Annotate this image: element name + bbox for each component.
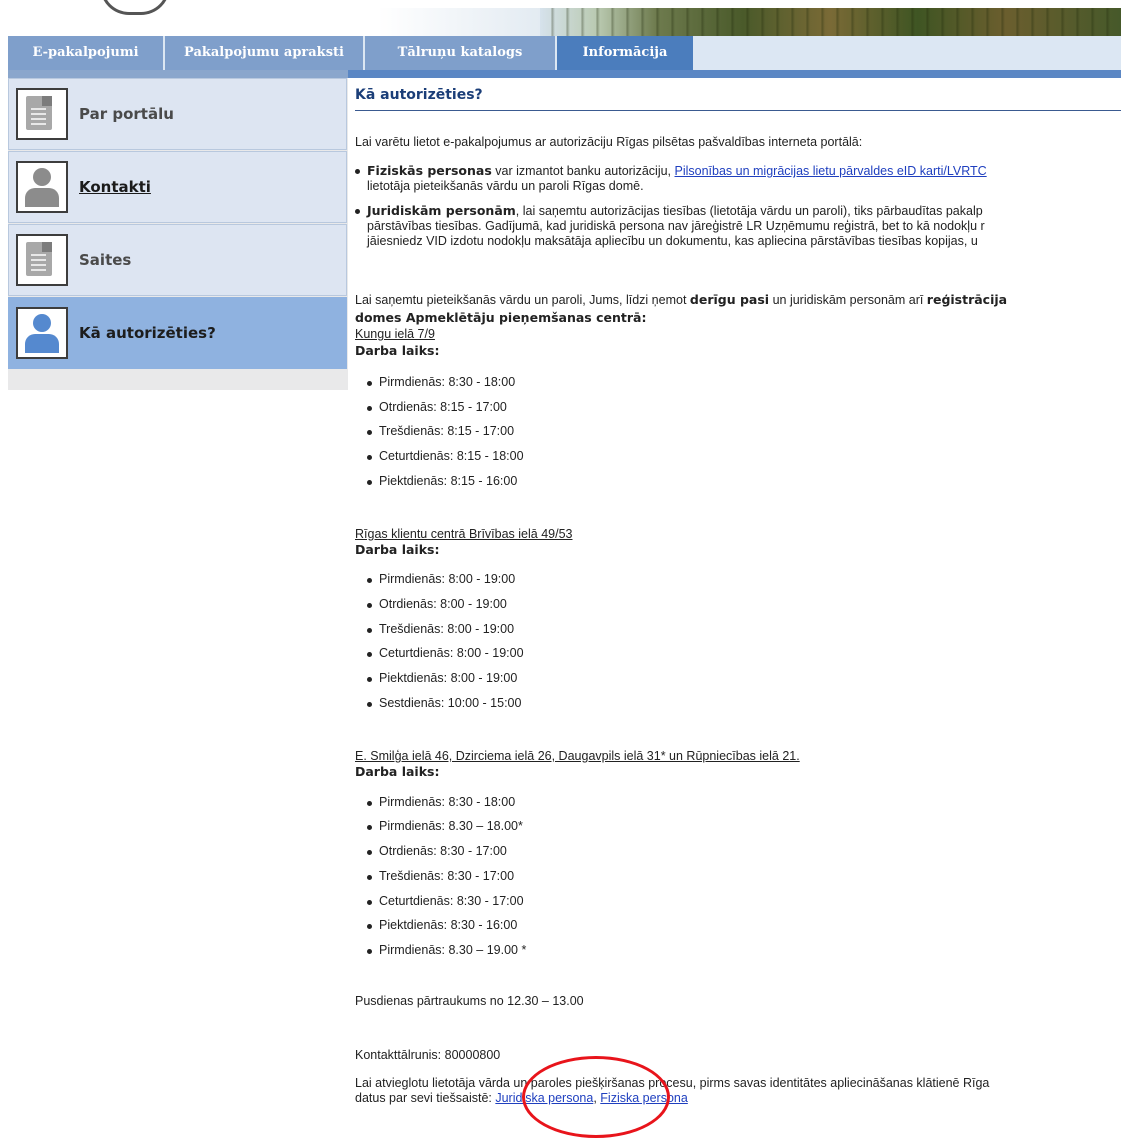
banner-background (0, 8, 540, 36)
tab-underline-strip-left (8, 70, 348, 78)
list-item: Ceturtdienās: 8:15 - 18:00 (367, 449, 524, 463)
tab-informacija[interactable]: Informācija (557, 36, 693, 70)
sidebar-item-ka-autorizeties[interactable]: Kā autorizēties? (8, 297, 347, 369)
page-title: Kā autorizēties? (355, 87, 483, 103)
title-divider (355, 110, 1121, 111)
main-tab-bar: E-pakalpojumi Pakalpojumu apraksti Tālru… (8, 36, 1121, 70)
contact-phone: Kontakttālrunis: 80000800 (355, 1048, 501, 1062)
document-icon (16, 234, 68, 286)
list-item: Piektdienās: 8:00 - 19:00 (366, 671, 518, 685)
list-item-juridiskas-cont2: jāiesniedz VID izdotu nodokļu maksātāja … (367, 234, 978, 248)
list-item: Ceturtdienās: 8:30 - 17:00 (367, 894, 524, 908)
list-item: Sestdienās: 10:00 - 15:00 (366, 696, 522, 710)
sidebar-item-label: Kontakti (79, 178, 151, 196)
header-banner (0, 0, 1121, 36)
list-item-juridiskas-cont: pārstāvības tiesības. Gadījumā, kad juri… (367, 219, 985, 233)
list-item: Pirmdienās: 8.30 – 18.00* (367, 819, 523, 833)
tab-pakalpojumu-apraksti[interactable]: Pakalpojumu apraksti (165, 36, 363, 70)
hours-heading: Darba laiks: (355, 343, 440, 358)
tab-talrunu-katalogs[interactable]: Tālruņu katalogs (365, 36, 555, 70)
banner-photo-texture (540, 8, 1121, 36)
list-item: Otrdienās: 8:00 - 19:00 (367, 597, 507, 611)
list-item: Trešdienās: 8:15 - 17:00 (366, 424, 515, 438)
document-icon (16, 88, 68, 140)
person-icon (16, 307, 68, 359)
location-other: E. Smilģa ielā 46, Dzirciema ielā 26, Da… (355, 749, 800, 763)
registration-text-cont: domes Apmeklētāju pieņemšanas centrā: (355, 310, 647, 325)
list-item: Pirmdienās: 8:30 - 18:00 (366, 375, 516, 389)
sidebar-item-label: Saites (79, 251, 132, 269)
list-item: Pirmdienās: 8.30 – 19.00 * (366, 943, 527, 957)
hours-heading: Darba laiks: (355, 764, 440, 779)
sidebar-item-label: Par portālu (79, 105, 174, 123)
eid-link[interactable]: Pilsonības un migrācijas lietu pārvaldes… (675, 164, 987, 178)
person-icon (16, 161, 68, 213)
list-item-fiziskas-cont: lietotāja pieteikšanās vārdu un paroli R… (367, 179, 644, 193)
list-item: Piektdienās: 8:15 - 16:00 (366, 474, 518, 488)
intro-text: Lai varētu lietot e-pakalpojumus ar auto… (355, 135, 863, 149)
list-item: Otrdienās: 8:30 - 17:00 (367, 844, 507, 858)
location-kungu: Kungu ielā 7/9 (355, 327, 435, 341)
list-item: Trešdienās: 8:30 - 17:00 (366, 869, 515, 883)
pre-registration-text: Lai atvieglotu lietotāja vārda un parole… (355, 1076, 990, 1090)
list-item: Otrdienās: 8:15 - 17:00 (367, 400, 507, 414)
sidebar-item-kontakti[interactable]: Kontakti (8, 151, 347, 223)
list-item: Trešdienās: 8:00 - 19:00 (366, 622, 515, 636)
location-brivibas: Rīgas klientu centrā Brīvības ielā 49/53 (355, 527, 573, 541)
sidebar: Par portālu Kontakti Saites Kā autorizēt… (8, 78, 348, 390)
main-content: Kā autorizēties? Lai varētu lietot e-pak… (355, 84, 1121, 1126)
list-item-fiziskas: Fiziskās personas var izmantot banku aut… (355, 163, 987, 178)
registration-text: Lai saņemtu pieteikšanās vārdu un paroli… (355, 292, 1008, 307)
list-item: Pirmdienās: 8:30 - 18:00 (366, 795, 516, 809)
tab-e-pakalpojumi[interactable]: E-pakalpojumi (8, 36, 163, 70)
list-item: Piektdienās: 8:30 - 16:00 (366, 918, 518, 932)
sidebar-item-saites[interactable]: Saites (8, 224, 347, 296)
sidebar-item-label: Kā autorizēties? (79, 324, 216, 342)
lunch-break-text: Pusdienas pārtraukums no 12.30 – 13.00 (355, 994, 584, 1008)
list-item-juridiskas: Juridiskām personām, lai saņemtu autoriz… (355, 203, 983, 218)
list-item: Pirmdienās: 8:00 - 19:00 (366, 572, 516, 586)
hours-heading: Darba laiks: (355, 542, 440, 557)
sidebar-item-par-portalu[interactable]: Par portālu (8, 78, 347, 150)
list-item: Ceturtdienās: 8:00 - 19:00 (367, 646, 524, 660)
